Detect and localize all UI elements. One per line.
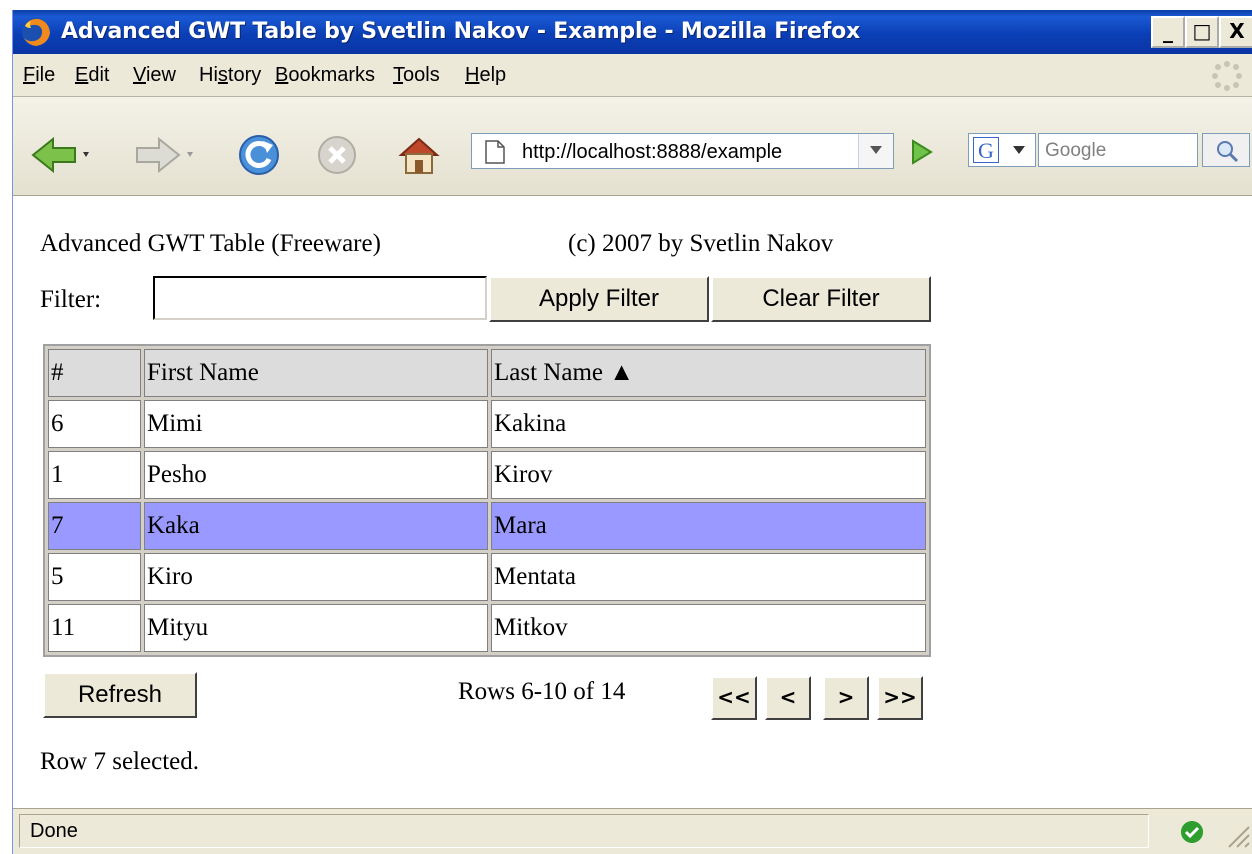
clear-filter-button[interactable]: Clear Filter bbox=[711, 276, 931, 322]
minimize-button[interactable]: _ bbox=[1151, 16, 1185, 48]
throbber-icon bbox=[1212, 61, 1242, 91]
copyright-text: (c) 2007 by Svetlin Nakov bbox=[568, 230, 834, 257]
back-icon[interactable] bbox=[31, 137, 91, 173]
table-row-selected[interactable]: 7 Kaka Mara bbox=[48, 502, 926, 550]
table-row[interactable]: 5 Kiro Mentata bbox=[48, 553, 926, 601]
table-header-row: # First Name Last Name ▲ bbox=[48, 349, 926, 397]
search-placeholder: Google bbox=[1045, 140, 1107, 161]
data-table: # First Name Last Name ▲ 6 Mimi Kakina 1… bbox=[43, 344, 931, 657]
status-text: Done bbox=[19, 814, 1149, 848]
browser-window: Advanced GWT Table by Svetlin Nakov - Ex… bbox=[12, 10, 1252, 854]
menu-history[interactable]: History bbox=[199, 64, 261, 87]
cell-first-name: Mityu bbox=[144, 604, 488, 652]
header-last-name[interactable]: Last Name ▲ bbox=[491, 349, 926, 397]
home-icon[interactable] bbox=[397, 133, 441, 177]
page-content: Advanced GWT Table (Freeware) (c) 2007 b… bbox=[13, 196, 1252, 808]
cell-last-name: Mentata bbox=[491, 553, 926, 601]
cell-last-name: Mitkov bbox=[491, 604, 926, 652]
header-first-name[interactable]: First Name bbox=[144, 349, 488, 397]
selection-status: Row 7 selected. bbox=[40, 748, 199, 775]
cell-first-name: Kaka bbox=[144, 502, 488, 550]
filter-input[interactable] bbox=[153, 276, 487, 320]
stop-icon[interactable] bbox=[317, 135, 357, 175]
cell-first-name: Mimi bbox=[144, 400, 488, 448]
refresh-button[interactable]: Refresh bbox=[43, 672, 197, 718]
menu-bookmarks[interactable]: Bookmarks bbox=[275, 64, 375, 87]
page-icon bbox=[485, 140, 505, 164]
resize-grip-icon[interactable] bbox=[1225, 819, 1251, 849]
url-text: http://localhost:8888/example bbox=[522, 141, 783, 163]
filter-label: Filter: bbox=[40, 286, 102, 313]
url-bar[interactable]: http://localhost:8888/example bbox=[471, 133, 894, 169]
table-row[interactable]: 1 Pesho Kirov bbox=[48, 451, 926, 499]
menu-file[interactable]: File bbox=[23, 64, 55, 87]
search-icon bbox=[1217, 141, 1239, 163]
search-engine-button[interactable]: G bbox=[968, 133, 1036, 167]
navigation-toolbar: http://localhost:8888/example G Google bbox=[13, 97, 1252, 196]
table-row[interactable]: 11 Mityu Mitkov bbox=[48, 604, 926, 652]
menu-edit[interactable]: Edit bbox=[75, 64, 109, 87]
cell-last-name: Kirov bbox=[491, 451, 926, 499]
svg-text:G: G bbox=[978, 138, 994, 163]
table-row[interactable]: 6 Mimi Kakina bbox=[48, 400, 926, 448]
header-number[interactable]: # bbox=[48, 349, 141, 397]
rows-info: Rows 6-10 of 14 bbox=[458, 678, 626, 705]
prev-page-button[interactable]: < bbox=[765, 676, 811, 720]
cell-last-name: Mara bbox=[491, 502, 926, 550]
next-page-button[interactable]: > bbox=[823, 676, 869, 720]
cell-number: 6 bbox=[48, 400, 141, 448]
google-icon: G bbox=[973, 137, 999, 163]
checkmark-icon bbox=[1181, 821, 1203, 843]
search-button[interactable] bbox=[1202, 133, 1250, 167]
chevron-down-icon bbox=[1013, 146, 1025, 154]
first-page-button[interactable]: << bbox=[711, 676, 757, 720]
title-bar: Advanced GWT Table by Svetlin Nakov - Ex… bbox=[13, 10, 1252, 54]
cell-number: 7 bbox=[48, 502, 141, 550]
chevron-down-icon bbox=[870, 146, 882, 154]
menu-bar: File Edit View History Bookmarks Tools H… bbox=[13, 54, 1252, 97]
close-button[interactable]: X bbox=[1219, 16, 1252, 48]
cell-number: 1 bbox=[48, 451, 141, 499]
reload-icon[interactable] bbox=[237, 133, 281, 177]
cell-first-name: Pesho bbox=[144, 451, 488, 499]
page-title: Advanced GWT Table (Freeware) bbox=[40, 230, 381, 257]
cell-last-name: Kakina bbox=[491, 400, 926, 448]
cell-number: 11 bbox=[48, 604, 141, 652]
cell-number: 5 bbox=[48, 553, 141, 601]
menu-view[interactable]: View bbox=[133, 64, 176, 87]
forward-icon[interactable] bbox=[135, 137, 195, 173]
maximize-button[interactable]: □ bbox=[1185, 16, 1219, 48]
status-bar: Done bbox=[13, 808, 1252, 854]
firefox-icon bbox=[22, 18, 50, 46]
search-bar: G Google bbox=[968, 131, 1252, 171]
window-title: Advanced GWT Table by Svetlin Nakov - Ex… bbox=[61, 19, 861, 44]
menu-help[interactable]: Help bbox=[465, 64, 506, 87]
menu-tools[interactable]: Tools bbox=[393, 64, 440, 87]
url-dropdown-button[interactable] bbox=[858, 134, 893, 168]
go-icon[interactable] bbox=[901, 135, 941, 169]
last-page-button[interactable]: >> bbox=[877, 676, 923, 720]
apply-filter-button[interactable]: Apply Filter bbox=[489, 276, 709, 322]
cell-first-name: Kiro bbox=[144, 553, 488, 601]
search-input[interactable]: Google bbox=[1038, 133, 1198, 167]
